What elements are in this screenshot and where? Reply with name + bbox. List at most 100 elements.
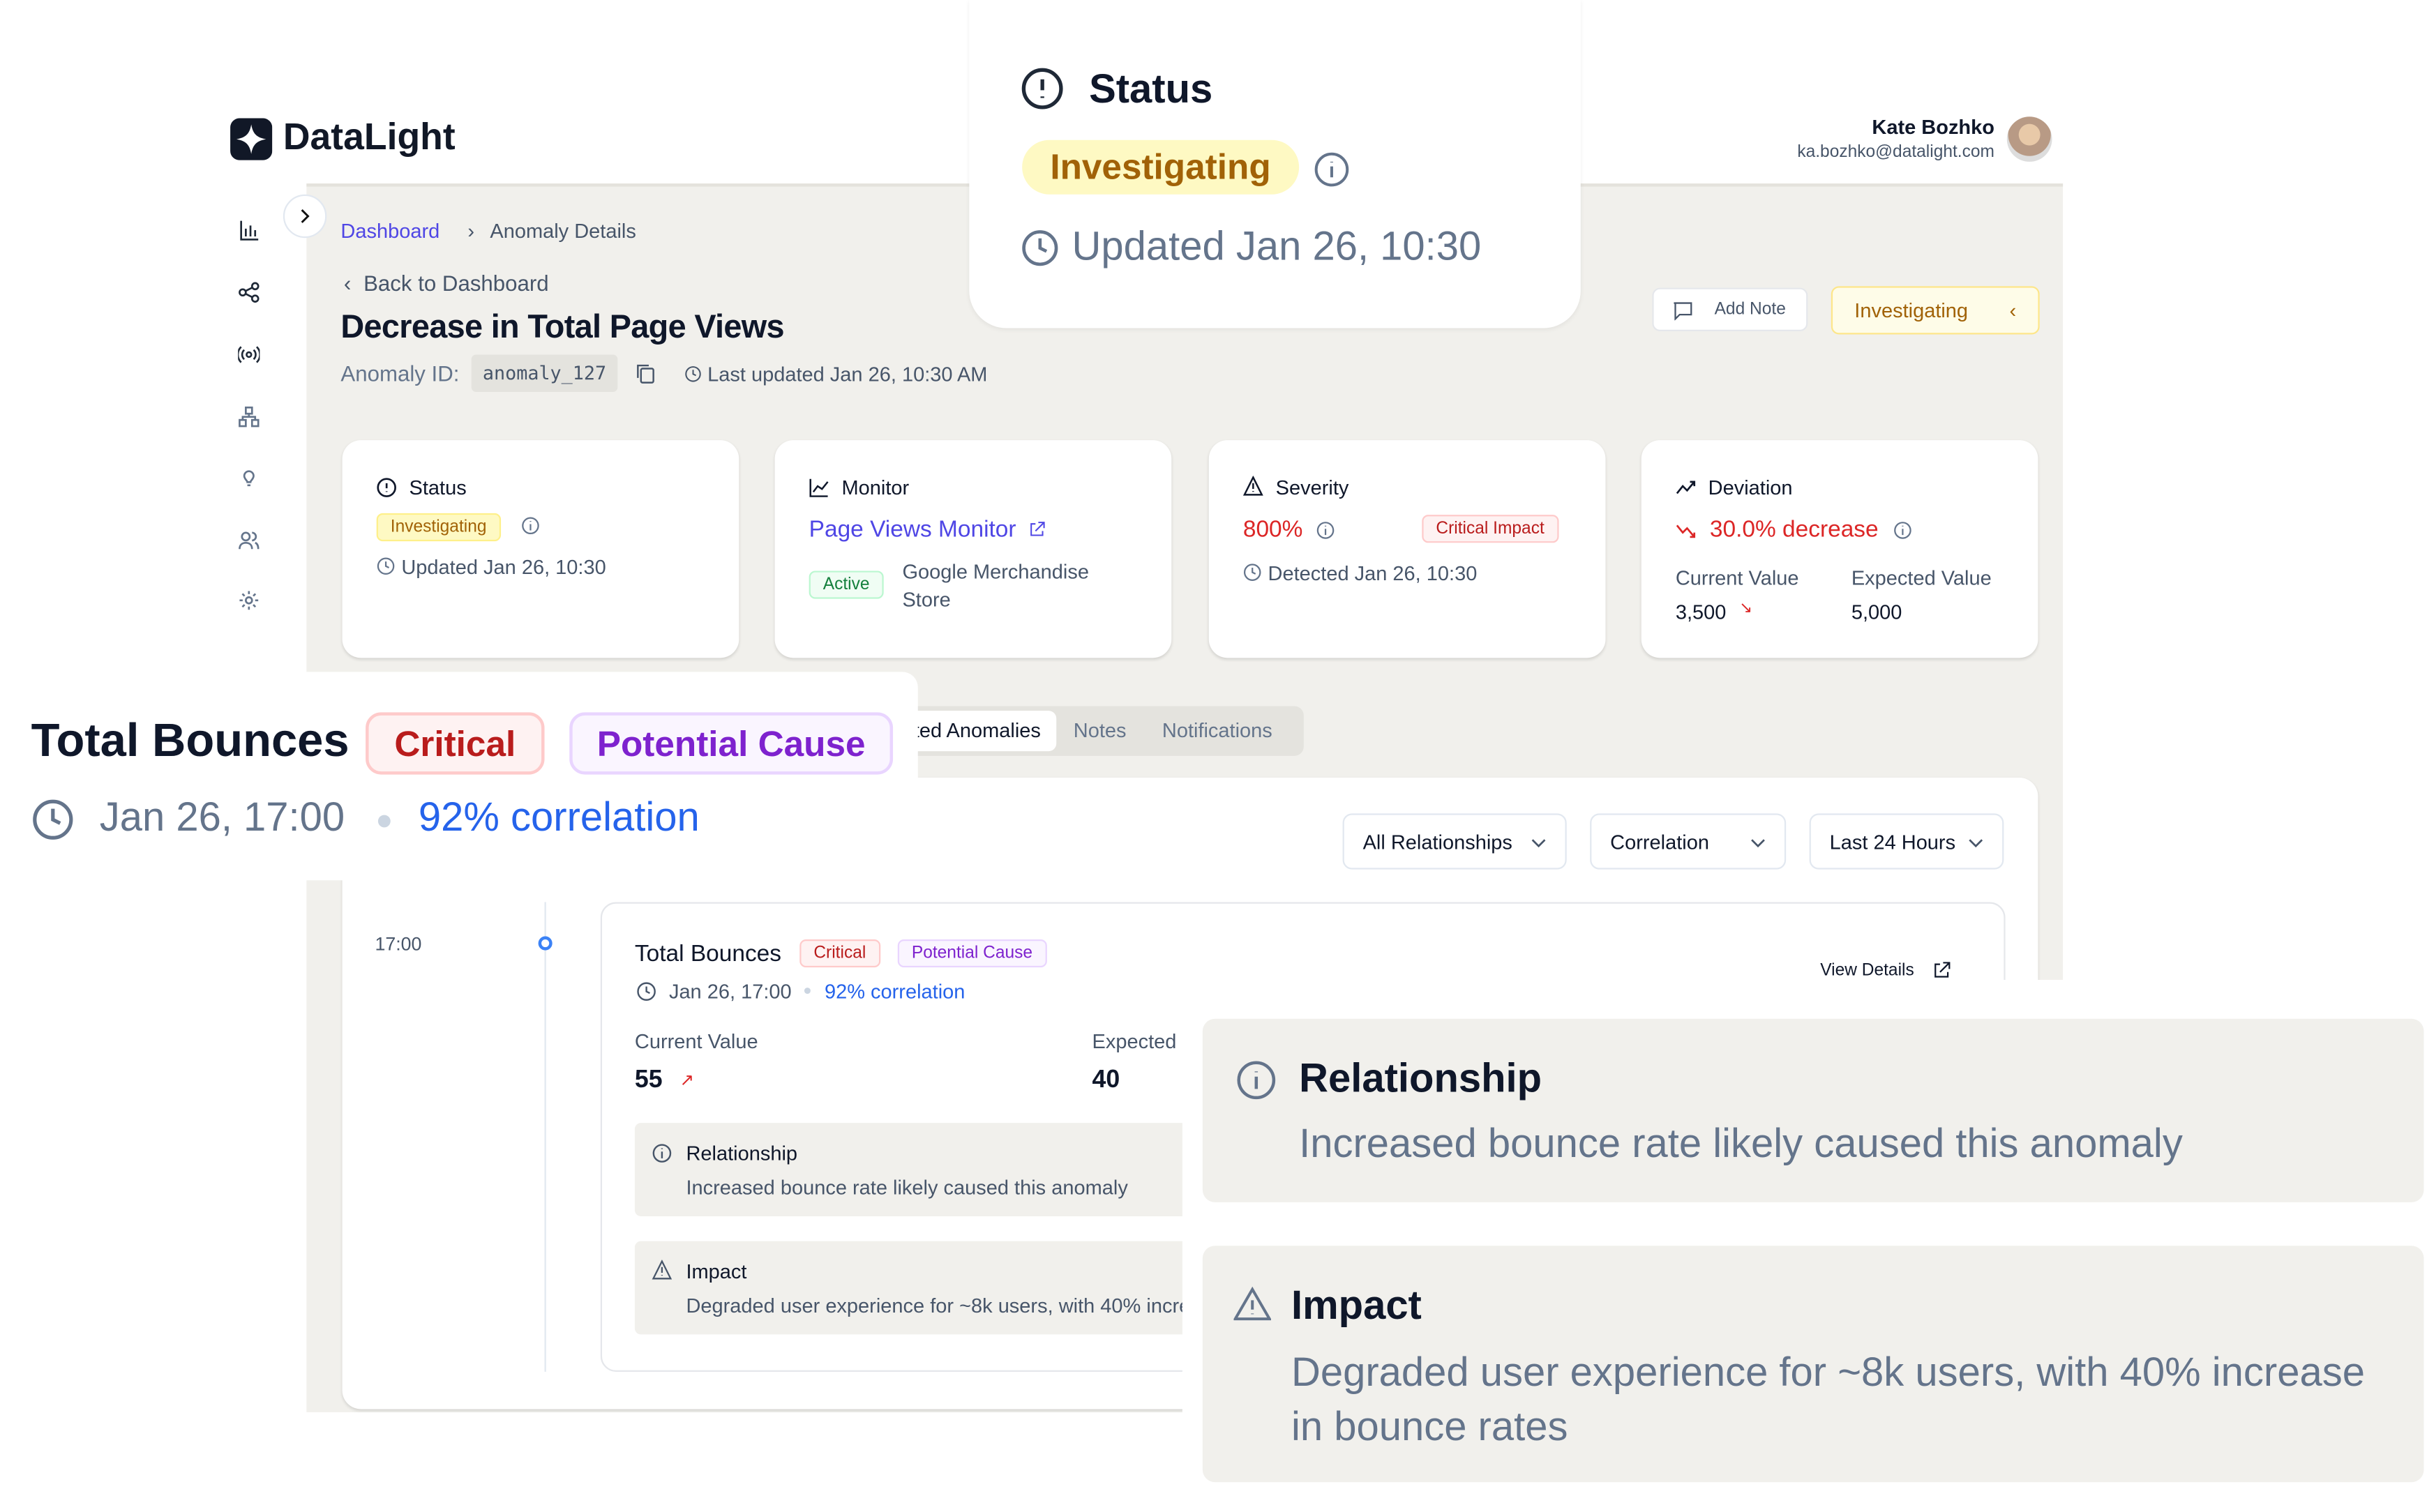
broadcast-icon[interactable] (238, 344, 260, 365)
info-icon (652, 1144, 672, 1163)
monitor-card: Monitor Page Views Monitor Active Google… (774, 440, 1172, 658)
deviation-value: 30.0% decrease (1709, 516, 1879, 543)
chevron-left-icon: ‹ (343, 271, 352, 296)
event-correlation: 92% correlation (824, 979, 965, 1004)
chevron-left-icon: ‹ (2009, 298, 2017, 322)
status-callout-title: Status (1089, 65, 1213, 112)
status-dropdown-button[interactable]: Investigating ‹ (1831, 286, 2040, 335)
event-callout-title: Total Bounces (31, 715, 350, 767)
external-link-icon[interactable] (1028, 521, 1046, 538)
monitor-active-badge: Active (809, 570, 884, 599)
users-icon[interactable] (238, 529, 260, 550)
tab-notifications[interactable]: Notifications (1162, 718, 1272, 741)
clock-icon (33, 799, 73, 840)
clock-icon (1243, 564, 1261, 581)
deviation-card-title: Deviation (1708, 476, 1793, 499)
add-note-label: Add Note (1714, 300, 1786, 319)
chevron-down-icon (1969, 839, 1983, 848)
chart-bar-icon[interactable] (238, 219, 260, 241)
sort-filter-label: Correlation (1610, 830, 1709, 854)
status-callout-updated: Updated Jan 26, 10:30 (1072, 222, 1482, 269)
add-note-button[interactable]: Add Note (1652, 287, 1808, 332)
logo-text: DataLight (283, 116, 456, 159)
info-icon[interactable] (1893, 521, 1912, 540)
trend-icon (1676, 481, 1696, 494)
time-range-filter-label: Last 24 Hours (1829, 830, 1956, 854)
gear-icon[interactable] (238, 589, 260, 611)
avatar[interactable] (2006, 116, 2052, 162)
status-card: Status Investigating Updated Jan 26, 10:… (342, 440, 739, 658)
share-icon[interactable] (238, 282, 260, 303)
info-icon (1237, 1061, 1276, 1100)
chevron-right-icon: › (467, 219, 475, 243)
status-callout-badge: Investigating (1022, 139, 1299, 195)
relationship-callout: Relationship Increased bounce rate likel… (1202, 1018, 2424, 1202)
event-title: Total Bounces (634, 941, 782, 968)
relationship-title: Relationship (686, 1141, 798, 1165)
sort-filter[interactable]: Correlation (1590, 813, 1787, 870)
status-button-label: Investigating (1854, 298, 1969, 322)
status-updated: Updated Jan 26, 10:30 (401, 555, 606, 579)
external-link-icon[interactable] (1932, 961, 1951, 980)
comment-icon (1674, 301, 1692, 320)
breadcrumb-current: Anomaly Details (490, 219, 636, 243)
impact-box: Impact Degraded user experience for ~8k … (634, 1241, 1367, 1335)
event-callout-cause-badge: Potential Cause (569, 712, 894, 775)
warning-icon (1233, 1286, 1271, 1321)
breadcrumb-dashboard-link[interactable]: Dashboard (340, 219, 439, 242)
logo-icon (230, 117, 273, 160)
relationship-filter-label: All Relationships (1362, 830, 1512, 854)
status-callout: Status Investigating Updated Jan 26, 10:… (969, 0, 1581, 328)
event-callout-critical-badge: Critical (366, 712, 545, 775)
current-value-label: Current Value (1675, 566, 1799, 590)
lightbulb-icon[interactable] (238, 467, 260, 488)
clock-icon (637, 982, 656, 1001)
event-date: Jan 26, 17:00 (668, 979, 792, 1004)
tab-notes[interactable]: Notes (1074, 718, 1127, 741)
chevron-down-icon (1531, 839, 1546, 848)
event-current-value: 55 (634, 1066, 663, 1094)
line-chart-icon (809, 478, 829, 497)
timeline-line (544, 902, 546, 1372)
anomaly-meta: Anomaly ID: anomaly_127 Last updated Jan… (340, 354, 987, 392)
impact-callout: Impact Degraded user experience for ~8k … (1202, 1246, 2424, 1483)
clock-icon (1022, 230, 1058, 266)
last-updated: Last updated Jan 26, 10:30 AM (707, 361, 988, 385)
monitor-link[interactable]: Page Views Monitor (809, 516, 1016, 543)
impact-callout-text: Degraded user experience for ~8k users, … (1291, 1348, 2365, 1450)
deviation-card: Deviation 30.0% decrease Current Value 3… (1641, 440, 2038, 658)
hierarchy-icon[interactable] (238, 406, 260, 428)
event-expected-value: 40 (1092, 1066, 1120, 1094)
alert-circle-icon (1021, 68, 1063, 109)
severity-value: 800% (1242, 516, 1303, 543)
arrow-up-right-icon: ↗ (679, 1071, 695, 1091)
relationship-text: Increased bounce rate likely caused this… (686, 1175, 1128, 1200)
back-link[interactable]: ‹ Back to Dashboard (344, 271, 549, 296)
impact-callout-title: Impact (1291, 1281, 1422, 1329)
status-badge: Investigating (376, 513, 501, 542)
alert-circle-icon (377, 478, 396, 497)
info-icon (1314, 152, 1349, 187)
trend-down-icon (1676, 524, 1696, 538)
chevron-down-icon (1751, 839, 1765, 848)
arrow-down-right-icon: ↘ (1739, 600, 1752, 618)
relationship-callout-text: Increased bounce rate likely caused this… (1299, 1119, 2183, 1167)
time-range-filter[interactable]: Last 24 Hours (1809, 813, 2004, 870)
separator-dot (377, 815, 391, 828)
page-title: Decrease in Total Page Views (340, 309, 784, 346)
relationship-filter[interactable]: All Relationships (1342, 813, 1567, 870)
warning-icon (652, 1260, 673, 1280)
event-callout: Total Bounces Critical Potential Cause J… (0, 672, 918, 881)
logo[interactable]: DataLight (230, 116, 456, 160)
info-icon[interactable] (521, 516, 540, 535)
potential-cause-badge: Potential Cause (897, 939, 1047, 968)
view-details-link[interactable]: View Details (1820, 961, 1914, 980)
info-icon[interactable] (1316, 521, 1335, 540)
severity-card: Severity 800% Critical Impact Detected J… (1208, 440, 1606, 658)
status-card-title: Status (409, 476, 467, 499)
copy-icon[interactable] (634, 363, 656, 384)
critical-impact-badge: Critical Impact (1422, 515, 1558, 543)
chevron-right-icon (301, 209, 310, 223)
expand-sidebar-button[interactable] (283, 194, 327, 239)
timeline-dot (538, 936, 553, 951)
